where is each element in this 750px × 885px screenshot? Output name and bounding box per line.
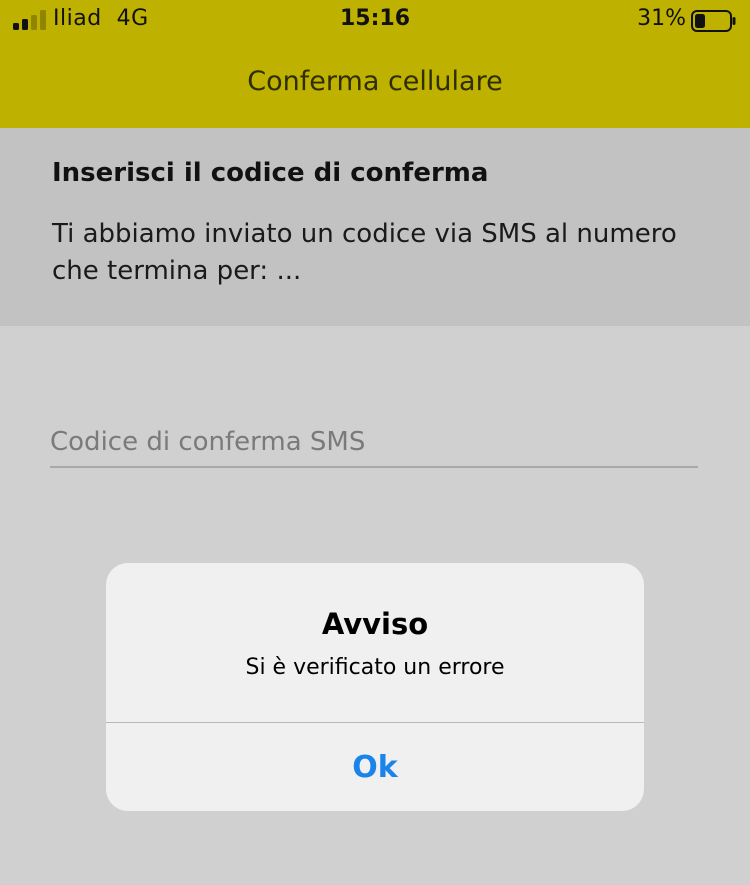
battery-fill [695,14,705,28]
confirmation-info: Inserisci il codice di conferma Ti abbia… [0,128,750,326]
battery-icon [691,10,736,32]
app-header: Iliad 4G 15:16 31% Conferma cellulare [0,0,750,128]
info-heading: Inserisci il codice di conferma [52,158,489,188]
battery-percentage: 31% [637,6,686,31]
page-title: Conferma cellulare [247,66,503,97]
sms-code-input[interactable] [50,418,698,468]
alert-title: Avviso [321,607,429,641]
alert-dialog: Avviso Si è verificato un errore Ok [106,563,644,811]
ok-button[interactable]: Ok [106,723,644,811]
status-bar: Iliad 4G 15:16 31% [0,0,750,42]
alert-message: Si è verificato un errore [245,655,505,680]
info-body: Ti abbiamo inviato un codice via SMS al … [52,219,677,286]
